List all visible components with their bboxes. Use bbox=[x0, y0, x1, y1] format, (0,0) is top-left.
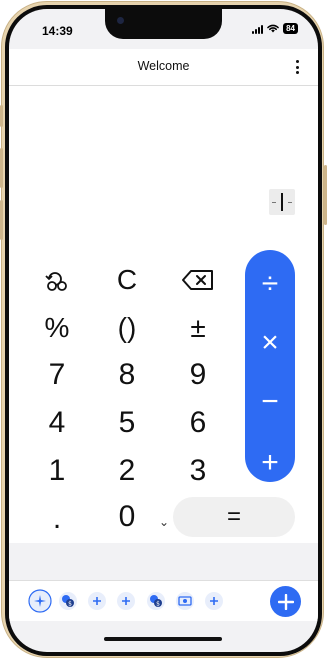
status-icons: 84 bbox=[252, 23, 298, 34]
digit-6-button[interactable]: 6 bbox=[168, 403, 228, 443]
svg-text:$: $ bbox=[156, 601, 160, 608]
add-icon[interactable] bbox=[204, 591, 224, 611]
battery-indicator: 84 bbox=[283, 23, 298, 34]
status-time: 14:39 bbox=[42, 24, 73, 38]
wifi-icon bbox=[267, 24, 279, 33]
currency-convert-icon[interactable]: $ bbox=[146, 591, 166, 611]
digit-4-button[interactable]: 4 bbox=[27, 403, 87, 443]
front-camera bbox=[117, 17, 124, 24]
digit-3-button[interactable]: 3 bbox=[168, 451, 228, 491]
app-header: Welcome bbox=[9, 49, 318, 86]
divide-button[interactable]: ÷ bbox=[245, 264, 295, 304]
backspace-icon bbox=[182, 270, 213, 290]
digit-1-button[interactable]: 1 bbox=[27, 451, 87, 491]
plus-minus-button[interactable]: ± bbox=[168, 308, 228, 348]
digit-8-button[interactable]: 8 bbox=[97, 355, 157, 395]
more-vertical-icon[interactable] bbox=[296, 60, 300, 74]
page-title: Welcome bbox=[137, 59, 190, 73]
decimal-button[interactable]: . bbox=[27, 499, 87, 539]
home-indicator[interactable] bbox=[104, 637, 222, 641]
digit-9-button[interactable]: 9 bbox=[168, 355, 228, 395]
equals-button[interactable]: = bbox=[173, 497, 295, 537]
digit-0-button[interactable]: 0 bbox=[97, 497, 157, 537]
add-fab-button[interactable] bbox=[270, 586, 301, 617]
parentheses-button[interactable]: () bbox=[97, 308, 157, 348]
add-icon[interactable] bbox=[87, 591, 107, 611]
add-icon[interactable] bbox=[116, 591, 136, 611]
keypad: C % () ± 7 8 9 4 5 6 1 2 3 . 0 ⌄ = ÷ × −… bbox=[9, 243, 318, 543]
text-cursor bbox=[269, 189, 295, 215]
sparkle-icon[interactable] bbox=[28, 589, 52, 613]
bottom-toolbar: $ $ bbox=[9, 580, 318, 621]
percent-button[interactable]: % bbox=[27, 308, 87, 348]
cellular-signal-icon bbox=[252, 24, 264, 34]
digit-2-button[interactable]: 2 bbox=[97, 451, 157, 491]
screen: 14:39 84 Welcome C % () ± 7 8 9 4 5 6 1 … bbox=[9, 9, 318, 652]
subtract-button[interactable]: − bbox=[245, 382, 295, 422]
history-button[interactable] bbox=[27, 260, 87, 300]
card-currency-icon[interactable] bbox=[175, 591, 195, 611]
calculator-display[interactable] bbox=[9, 86, 318, 243]
digit-7-button[interactable]: 7 bbox=[27, 355, 87, 395]
currency-convert-icon[interactable]: $ bbox=[58, 591, 78, 611]
digit-5-button[interactable]: 5 bbox=[97, 403, 157, 443]
multiply-button[interactable]: × bbox=[245, 323, 295, 363]
plus-icon bbox=[277, 593, 294, 610]
side-button-volume-down bbox=[0, 200, 3, 240]
chevron-down-icon[interactable]: ⌄ bbox=[159, 515, 169, 529]
operator-column: ÷ × − + bbox=[245, 250, 295, 482]
notch bbox=[105, 9, 222, 39]
history-icon bbox=[45, 272, 67, 291]
backspace-button[interactable] bbox=[168, 260, 228, 300]
side-button-mute bbox=[0, 105, 3, 127]
side-button-volume-up bbox=[0, 148, 3, 188]
clear-button[interactable]: C bbox=[97, 260, 157, 300]
add-button[interactable]: + bbox=[245, 443, 295, 483]
svg-text:$: $ bbox=[68, 601, 72, 608]
